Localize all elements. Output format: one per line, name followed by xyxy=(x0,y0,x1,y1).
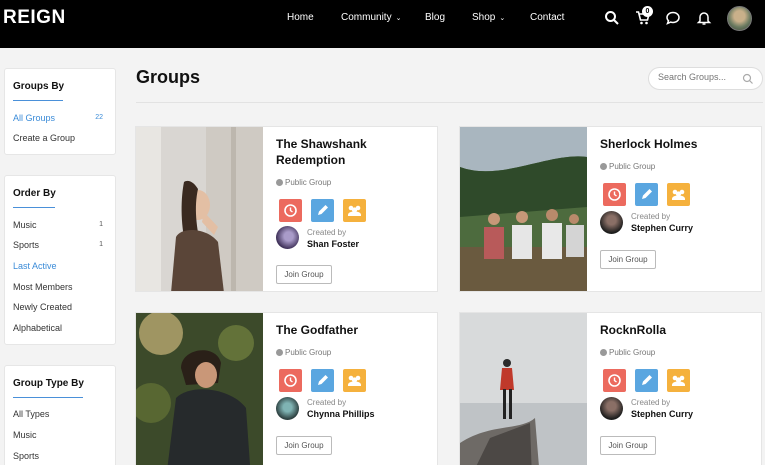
sidebar-item-last-active[interactable]: Last Active xyxy=(13,261,57,271)
sidebar-item-sports[interactable]: Sports xyxy=(13,240,39,250)
created-by-label: Created by xyxy=(307,398,347,407)
creator-avatar[interactable] xyxy=(276,397,299,420)
clock-icon[interactable] xyxy=(279,369,302,392)
user-avatar[interactable] xyxy=(727,6,752,31)
sidebar-item-music[interactable]: Music xyxy=(13,220,37,230)
members-icon[interactable] xyxy=(667,183,690,206)
chevron-down-icon: ⌄ xyxy=(395,15,402,22)
creator-name[interactable]: Stephen Curry xyxy=(631,409,693,419)
sidebar-item-all-types[interactable]: All Types xyxy=(13,409,49,419)
globe-icon xyxy=(276,349,283,356)
join-group-button[interactable]: Join Group xyxy=(600,436,656,455)
clock-icon[interactable] xyxy=(603,369,626,392)
divider xyxy=(136,102,763,103)
pencil-icon[interactable] xyxy=(635,369,658,392)
page-title: Groups xyxy=(136,67,201,87)
join-group-button[interactable]: Join Group xyxy=(276,265,332,284)
created-by-label: Created by xyxy=(631,212,671,221)
nav-blog[interactable]: Blog xyxy=(425,12,445,23)
cart-count-badge: 0 xyxy=(642,6,653,17)
search-icon[interactable] xyxy=(742,73,754,85)
members-icon[interactable] xyxy=(343,369,366,392)
group-cover-image[interactable] xyxy=(460,313,587,465)
search-icon[interactable] xyxy=(604,10,620,26)
creator-name[interactable]: Shan Foster xyxy=(307,239,359,249)
count-badge: 1 xyxy=(99,241,103,248)
sidebar-item-alphabetical[interactable]: Alphabetical xyxy=(13,323,62,333)
created-by-label: Created by xyxy=(307,228,347,237)
pencil-icon[interactable] xyxy=(635,183,658,206)
sidebar-item-newly-created[interactable]: Newly Created xyxy=(13,302,72,312)
group-type: Public Group xyxy=(276,178,331,187)
nav-home[interactable]: Home xyxy=(287,12,314,23)
title-underline xyxy=(13,397,83,398)
group-card: The Godfather Public Group Created by Ch… xyxy=(135,312,438,465)
widget-title: Groups By xyxy=(13,81,65,92)
group-card: The Shawshank Redemption Public Group Cr… xyxy=(135,126,438,292)
group-search xyxy=(648,67,763,90)
widget-title: Order By xyxy=(13,188,56,199)
nav-contact[interactable]: Contact xyxy=(530,12,564,23)
sidebar-item-most-members[interactable]: Most Members xyxy=(13,282,73,292)
creator-name[interactable]: Stephen Curry xyxy=(631,223,693,233)
chat-icon[interactable] xyxy=(665,10,681,26)
group-type: Public Group xyxy=(600,348,655,357)
site-logo[interactable]: REIGN xyxy=(3,7,66,29)
creator-avatar[interactable] xyxy=(600,397,623,420)
pencil-icon[interactable] xyxy=(311,199,334,222)
clock-icon[interactable] xyxy=(603,183,626,206)
globe-icon xyxy=(600,349,607,356)
title-underline xyxy=(13,207,55,208)
group-card: Sherlock Holmes Public Group Created by … xyxy=(459,126,762,292)
order-by-widget: Order By Music 1 Sports 1 Last Active Mo… xyxy=(4,175,116,345)
top-bar: REIGN Home Community ⌄ Blog Shop ⌄ Contact… xyxy=(0,0,765,48)
group-title[interactable]: The Godfather xyxy=(276,322,426,338)
group-cover-image[interactable] xyxy=(136,127,263,291)
creator-name[interactable]: Chynna Phillips xyxy=(307,409,375,419)
chevron-down-icon: ⌄ xyxy=(499,15,506,22)
sidebar-item-create-group[interactable]: Create a Group xyxy=(13,133,75,143)
nav-community[interactable]: Community ⌄ xyxy=(341,12,401,23)
members-icon[interactable] xyxy=(343,199,366,222)
group-title[interactable]: The Shawshank Redemption xyxy=(276,136,426,168)
group-type: Public Group xyxy=(276,348,331,357)
group-cover-image[interactable] xyxy=(136,313,263,465)
group-type-widget: Group Type By All Types Music Sports xyxy=(4,365,116,465)
globe-icon xyxy=(276,179,283,186)
creator-avatar[interactable] xyxy=(600,211,623,234)
title-underline xyxy=(13,100,63,101)
sidebar-item-all-groups[interactable]: All Groups xyxy=(13,113,55,123)
search-input[interactable] xyxy=(658,72,738,82)
created-by-label: Created by xyxy=(631,398,671,407)
bell-icon[interactable] xyxy=(696,10,712,26)
group-title[interactable]: RocknRolla xyxy=(600,322,750,338)
globe-icon xyxy=(600,163,607,170)
count-badge: 1 xyxy=(99,221,103,228)
clock-icon[interactable] xyxy=(279,199,302,222)
creator-avatar[interactable] xyxy=(276,226,299,249)
group-cover-image[interactable] xyxy=(460,127,587,291)
group-card: RocknRolla Public Group Created by Steph… xyxy=(459,312,762,465)
count-badge: 22 xyxy=(95,114,103,121)
members-icon[interactable] xyxy=(667,369,690,392)
join-group-button[interactable]: Join Group xyxy=(276,436,332,455)
group-type: Public Group xyxy=(600,162,655,171)
widget-title: Group Type By xyxy=(13,378,84,389)
pencil-icon[interactable] xyxy=(311,369,334,392)
sidebar-item-type-sports[interactable]: Sports xyxy=(13,451,39,461)
groups-by-widget: Groups By All Groups 22 Create a Group xyxy=(4,68,116,155)
nav-shop[interactable]: Shop ⌄ xyxy=(472,12,505,23)
sidebar-item-type-music[interactable]: Music xyxy=(13,430,37,440)
group-title[interactable]: Sherlock Holmes xyxy=(600,136,750,152)
join-group-button[interactable]: Join Group xyxy=(600,250,656,269)
